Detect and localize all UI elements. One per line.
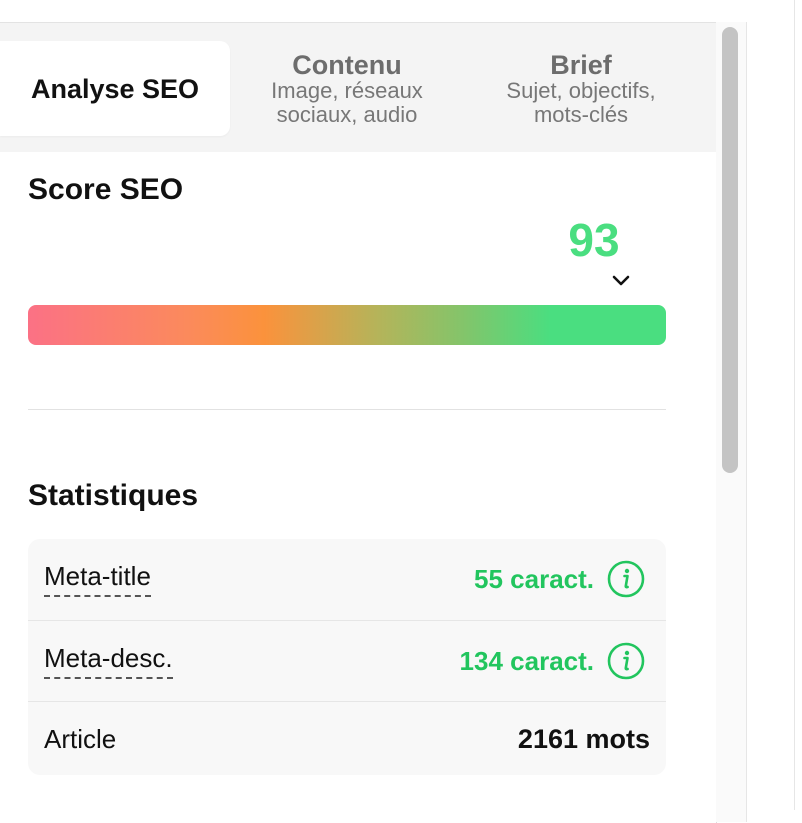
info-icon[interactable] — [606, 641, 646, 681]
tab-bar: Analyse SEO Contenu Image, réseaux socia… — [0, 23, 716, 152]
stats-label-meta-desc[interactable]: Meta-desc. — [44, 643, 173, 679]
tab-contenu[interactable]: Contenu Image, réseaux sociaux, audio — [242, 41, 452, 136]
seo-panel: Analyse SEO Contenu Image, réseaux socia… — [0, 22, 717, 823]
tab-brief-label: Brief — [550, 49, 612, 80]
stats-row-meta-title: Meta-title 55 caract. — [28, 539, 666, 619]
stats-value-article: 2161 mots — [517, 723, 650, 754]
window-edge — [794, 0, 795, 810]
stats-row-article: Article 2161 mots — [28, 701, 666, 775]
tab-analyse-seo[interactable]: Analyse SEO — [0, 41, 230, 136]
stats-value-meta-title: 55 caract. — [474, 563, 594, 594]
stats-label-article: Article — [44, 723, 117, 754]
chevron-down-icon[interactable] — [610, 273, 632, 289]
stats-row-meta-desc: Meta-desc. 134 caract. — [28, 620, 666, 701]
stats-table: Meta-title 55 caract. Meta-desc. 134 car… — [28, 539, 666, 775]
info-icon[interactable] — [606, 559, 646, 599]
tab-brief-subtitle-1: Sujet, objectifs, — [506, 77, 656, 103]
stats-label-meta-title[interactable]: Meta-title — [44, 561, 151, 597]
statistiques-title: Statistiques — [28, 479, 199, 512]
stats-value-meta-desc: 134 caract. — [459, 645, 594, 676]
tab-contenu-subtitle-1: Image, réseaux — [271, 77, 423, 103]
score-value: 93 — [568, 214, 620, 266]
section-divider — [28, 409, 666, 410]
score-gradient-bar — [28, 305, 666, 345]
tab-contenu-label: Contenu — [292, 49, 402, 80]
tab-brief-subtitle-2: mots-clés — [533, 101, 629, 127]
score-seo-title: Score SEO — [28, 173, 184, 206]
tab-brief[interactable]: Brief Sujet, objectifs, mots-clés — [476, 41, 686, 136]
tab-analyse-seo-label: Analyse SEO — [30, 73, 200, 104]
tab-contenu-subtitle-2: sociaux, audio — [276, 101, 418, 127]
scrollbar-thumb[interactable] — [722, 27, 738, 473]
